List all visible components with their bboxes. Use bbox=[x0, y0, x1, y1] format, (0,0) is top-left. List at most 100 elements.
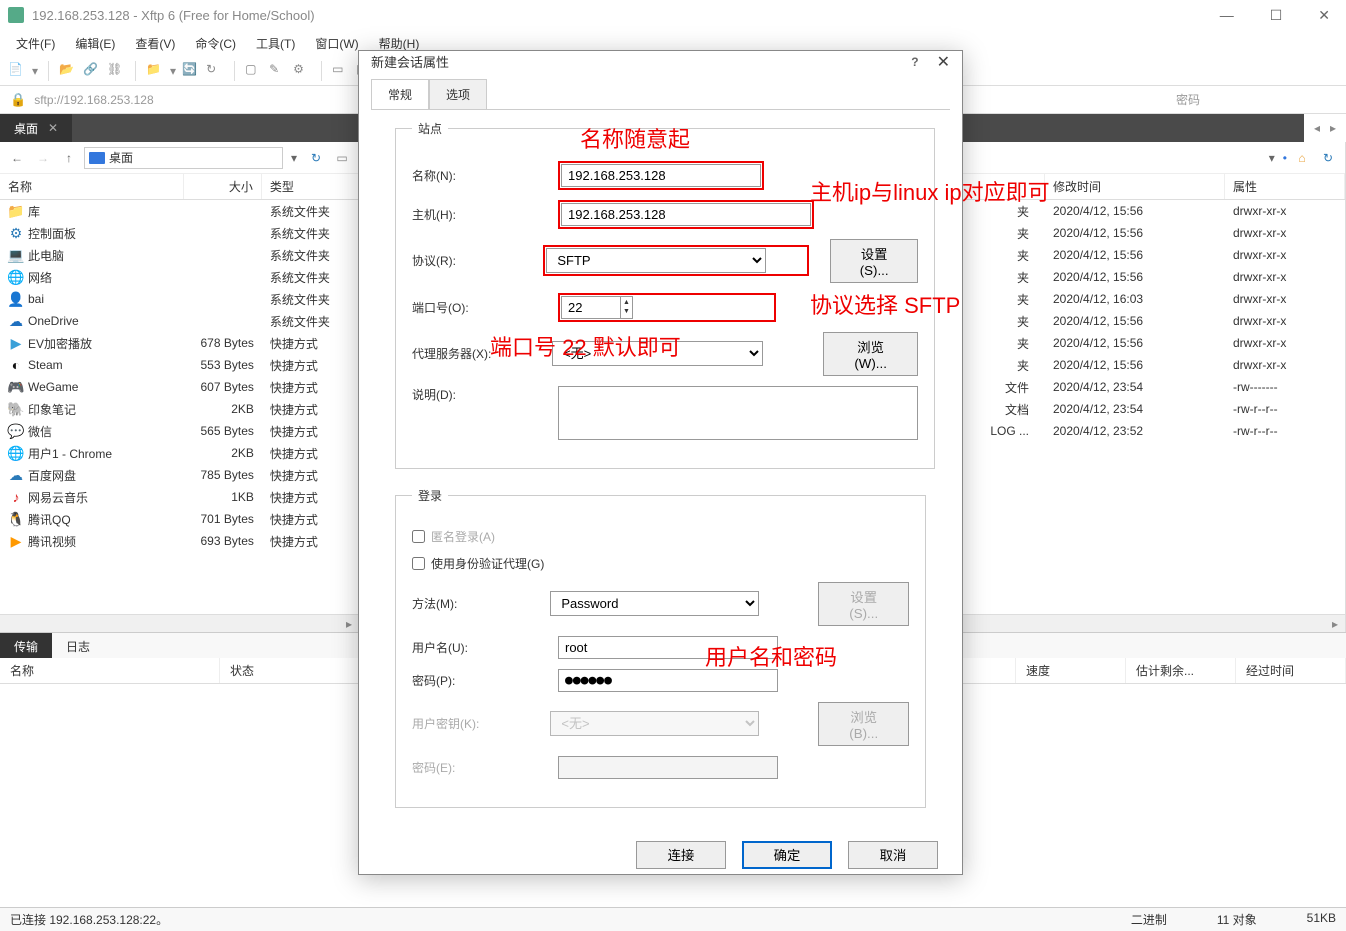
menu-command[interactable]: 命令(C) bbox=[187, 31, 244, 56]
method-select[interactable]: Password bbox=[550, 591, 759, 616]
pass2-input bbox=[558, 756, 778, 779]
table-row[interactable]: 🌐用户1 - Chrome2KB快捷方式 bbox=[0, 442, 359, 464]
col-date[interactable]: 修改时间 bbox=[1045, 174, 1225, 199]
forward-icon[interactable]: → bbox=[32, 147, 54, 169]
sync-icon[interactable]: 🔄 bbox=[182, 62, 200, 80]
separator bbox=[234, 61, 235, 81]
table-row[interactable]: ☁百度网盘785 Bytes快捷方式 bbox=[0, 464, 359, 486]
tab-desktop[interactable]: 桌面 ✕ bbox=[0, 114, 72, 142]
menu-file[interactable]: 文件(F) bbox=[8, 31, 63, 56]
dropdown-icon[interactable]: ▾ bbox=[32, 64, 38, 78]
table-row[interactable]: 🌐网络系统文件夹 bbox=[0, 266, 359, 288]
separator bbox=[48, 61, 49, 81]
tcol-name[interactable]: 名称 bbox=[0, 658, 220, 683]
login-fieldset: 登录 匿名登录(A) 使用身份验证代理(G) 方法(M): Password 设… bbox=[395, 487, 926, 808]
tab-prev-icon[interactable]: ◂ bbox=[1314, 121, 1320, 135]
table-row[interactable]: ⚙控制面板系统文件夹 bbox=[0, 222, 359, 244]
name-input[interactable] bbox=[561, 164, 761, 187]
table-row[interactable]: 🎮WeGame607 Bytes快捷方式 bbox=[0, 376, 359, 398]
local-scrollbar[interactable]: ▸ bbox=[0, 614, 359, 632]
new-icon[interactable]: 📄 bbox=[8, 62, 26, 80]
minimize-button[interactable]: — bbox=[1212, 3, 1242, 28]
menu-tools[interactable]: 工具(T) bbox=[248, 31, 303, 56]
password-field-label[interactable]: 密码 bbox=[1176, 91, 1336, 108]
table-row[interactable]: 💻此电脑系统文件夹 bbox=[0, 244, 359, 266]
menu-edit[interactable]: 编辑(E) bbox=[67, 31, 123, 56]
tab-log[interactable]: 日志 bbox=[52, 633, 104, 658]
agent-checkbox[interactable] bbox=[412, 557, 425, 570]
table-row[interactable]: 👤bai系统文件夹 bbox=[0, 288, 359, 310]
protocol-settings-button[interactable]: 设置(S)... bbox=[830, 239, 918, 283]
col-size[interactable]: 大小 bbox=[184, 174, 262, 199]
port-label: 端口号(O): bbox=[412, 299, 552, 316]
up-icon[interactable]: ↑ bbox=[58, 147, 80, 169]
close-button[interactable]: ✕ bbox=[1310, 3, 1338, 28]
pass-input[interactable] bbox=[558, 669, 778, 692]
file-type: 快捷方式 bbox=[262, 487, 359, 508]
tab-options[interactable]: 选项 bbox=[429, 79, 487, 110]
tab-general[interactable]: 常规 bbox=[371, 79, 429, 110]
refresh-icon[interactable]: ↻ bbox=[305, 147, 327, 169]
local-file-list[interactable]: 名称 大小 类型 📁库系统文件夹⚙控制面板系统文件夹💻此电脑系统文件夹🌐网络系统… bbox=[0, 174, 359, 614]
dialog-close-icon[interactable]: ✕ bbox=[937, 52, 950, 72]
refresh-icon[interactable]: ↻ bbox=[1317, 147, 1339, 169]
table-row[interactable]: ▶EV加密播放678 Bytes快捷方式 bbox=[0, 332, 359, 354]
edit-icon[interactable]: ✎ bbox=[269, 62, 287, 80]
file-size: 785 Bytes bbox=[184, 466, 262, 484]
desc-textarea[interactable] bbox=[558, 386, 918, 440]
refresh-icon[interactable]: ↻ bbox=[206, 62, 224, 80]
file-icon: 🌐 bbox=[8, 445, 24, 461]
table-row[interactable]: 📁库系统文件夹 bbox=[0, 200, 359, 222]
tab-next-icon[interactable]: ▸ bbox=[1330, 121, 1336, 135]
settings-icon[interactable]: ⚙ bbox=[293, 62, 311, 80]
tab-transfer[interactable]: 传输 bbox=[0, 633, 52, 658]
back-icon[interactable]: ← bbox=[6, 147, 28, 169]
tcol-speed[interactable]: 速度 bbox=[1016, 658, 1126, 683]
file-type: 快捷方式 bbox=[262, 333, 359, 354]
tab-close-icon[interactable]: ✕ bbox=[48, 121, 58, 135]
disconnect-icon[interactable]: ⛓ bbox=[107, 62, 125, 80]
file-type: 快捷方式 bbox=[262, 465, 359, 486]
table-row[interactable]: ◐Steam553 Bytes快捷方式 bbox=[0, 354, 359, 376]
reconnect-icon[interactable]: 🔗 bbox=[83, 62, 101, 80]
new-folder-icon[interactable]: 📁 bbox=[146, 62, 164, 80]
anon-checkbox[interactable] bbox=[412, 530, 425, 543]
path-dropdown-icon[interactable]: ▾ bbox=[287, 151, 301, 165]
status-bar: 已连接 192.168.253.128:22。 二进制 11 对象 51KB bbox=[0, 907, 1346, 931]
ok-button[interactable]: 确定 bbox=[742, 841, 832, 869]
file-name: 腾讯视频 bbox=[28, 533, 76, 550]
path-dropdown-icon[interactable]: ▾ bbox=[1265, 151, 1279, 165]
view-icon[interactable]: ▭ bbox=[331, 147, 353, 169]
host-input[interactable] bbox=[561, 203, 811, 226]
help-icon[interactable]: ? bbox=[911, 55, 918, 69]
tcol-status[interactable]: 状态 bbox=[220, 658, 360, 683]
dropdown-icon[interactable]: ▾ bbox=[170, 64, 176, 78]
protocol-select[interactable]: SFTP bbox=[546, 248, 766, 273]
open-icon[interactable]: 📂 bbox=[59, 62, 77, 80]
cancel-button[interactable]: 取消 bbox=[848, 841, 938, 869]
proxy-browse-button[interactable]: 浏览(W)... bbox=[823, 332, 918, 376]
table-row[interactable]: ☁OneDrive系统文件夹 bbox=[0, 310, 359, 332]
table-row[interactable]: 🐧腾讯QQ701 Bytes快捷方式 bbox=[0, 508, 359, 530]
table-row[interactable]: 💬微信565 Bytes快捷方式 bbox=[0, 420, 359, 442]
local-path[interactable]: 桌面 bbox=[84, 147, 283, 169]
port-input[interactable] bbox=[561, 296, 621, 319]
table-row[interactable]: ▶腾讯视频693 Bytes快捷方式 bbox=[0, 530, 359, 552]
col-attr[interactable]: 属性 bbox=[1225, 174, 1345, 199]
port-up-icon[interactable]: ▲ bbox=[623, 298, 630, 307]
tcol-est[interactable]: 估计剩余... bbox=[1126, 658, 1236, 683]
menu-view[interactable]: 查看(V) bbox=[127, 31, 183, 56]
home-icon[interactable]: ⌂ bbox=[1291, 147, 1313, 169]
view-icon[interactable]: ▭ bbox=[332, 62, 350, 80]
protocol-label: 协议(R): bbox=[412, 252, 537, 269]
port-down-icon[interactable]: ▼ bbox=[623, 307, 630, 316]
table-row[interactable]: ♪网易云音乐1KB快捷方式 bbox=[0, 486, 359, 508]
table-row[interactable]: 🐘印象笔记2KB快捷方式 bbox=[0, 398, 359, 420]
desktop-icon bbox=[89, 152, 105, 164]
terminal-icon[interactable]: ▢ bbox=[245, 62, 263, 80]
maximize-button[interactable]: ☐ bbox=[1262, 3, 1291, 28]
col-name[interactable]: 名称 bbox=[0, 174, 184, 199]
col-type[interactable]: 类型 bbox=[262, 174, 359, 199]
tcol-elapsed[interactable]: 经过时间 bbox=[1236, 658, 1346, 683]
connect-button[interactable]: 连接 bbox=[636, 841, 726, 869]
